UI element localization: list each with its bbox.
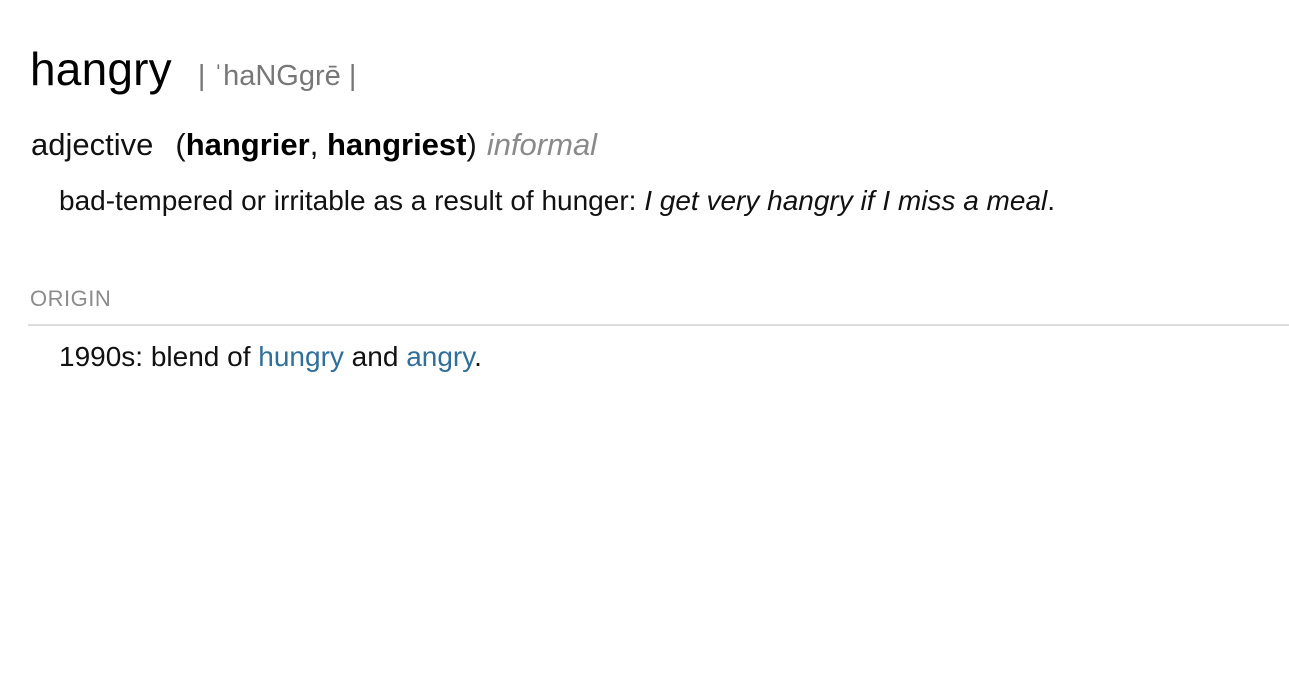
origin-divider: [28, 324, 1289, 326]
part-of-speech: adjective: [31, 127, 154, 162]
pronunciation: | ˈhaNGgrē |: [197, 60, 357, 92]
definition-end: .: [1047, 185, 1056, 216]
definition: bad-tempered or irritable as a result of…: [59, 185, 1055, 217]
angry-link[interactable]: angry: [406, 341, 474, 372]
headword: hangry: [30, 43, 172, 95]
register-label: informal: [486, 127, 598, 162]
close-paren: ): [466, 127, 477, 162]
definition-text: bad-tempered or irritable as a result of…: [59, 185, 645, 216]
origin-middle: and: [343, 341, 407, 372]
comparative-form: hangrier: [185, 127, 310, 162]
origin-header: ORIGIN: [30, 286, 112, 311]
hungry-link[interactable]: hungry: [258, 341, 344, 372]
inflection-separator: ,: [309, 127, 327, 162]
example-sentence: I get very hangry if I miss a meal: [644, 185, 1048, 216]
dictionary-entry: hangry | ˈhaNGgrē | adjective (hangrier, …: [0, 0, 1289, 674]
inflections: (hangrier, hangriest): [175, 127, 476, 162]
part-of-speech-line: adjective (hangrier, hangriest) informal: [31, 127, 597, 163]
superlative-form: hangriest: [326, 127, 467, 162]
origin-end: .: [474, 341, 482, 372]
headword-line: hangry | ˈhaNGgrē |: [30, 42, 356, 96]
origin-text: 1990s: blend of hungry and angry.: [59, 341, 482, 373]
origin-prefix: 1990s: blend of: [59, 341, 259, 372]
open-paren: (: [175, 127, 186, 162]
